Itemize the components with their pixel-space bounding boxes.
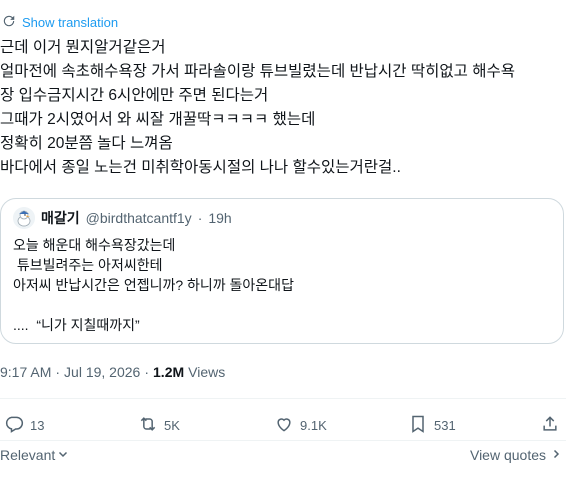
show-translation-link[interactable]: Show translation xyxy=(2,14,118,31)
separator-dot: · xyxy=(197,210,203,226)
view-quotes-label: View quotes xyxy=(469,447,546,463)
tweet-line: 그때가 2시였어서 와 씨잘 개꿀딱ㅋㅋㅋㅋ 했는데 xyxy=(0,111,316,128)
reply-count: 13 xyxy=(30,418,45,433)
tweet-line: 근데 이거 뭔지알거같은거 xyxy=(0,39,166,56)
view-quotes-link[interactable]: View quotes xyxy=(470,447,562,463)
divider xyxy=(0,398,566,399)
quoted-line: 아저씨 반납시간은 언젭니까? 하니까 돌아온대답 xyxy=(13,277,294,293)
reply-button[interactable]: 13 xyxy=(4,414,44,437)
quoted-author-avatar[interactable] xyxy=(13,207,35,229)
translate-icon xyxy=(2,14,16,31)
separator-dot: · xyxy=(144,364,150,380)
bookmark-button[interactable]: 531 xyxy=(408,414,456,437)
views-count: 1.2M xyxy=(153,364,185,380)
quoted-line xyxy=(13,295,294,315)
quoted-tweet-card[interactable]: 매갈기 @birdthatcantf1y · 19h 오늘 해운대 해수욕장갔는… xyxy=(0,198,564,344)
quoted-tweet-time[interactable]: 19h xyxy=(208,210,231,226)
divider xyxy=(0,440,566,441)
quoted-line: .... “니가 지칠때까지” xyxy=(13,317,140,333)
tweet-text: 근데 이거 뭔지알거같은거 얼마전에 속초해수욕장 가서 파라솔이랑 튜브빌렸는… xyxy=(0,36,560,180)
like-button[interactable]: 9.1K xyxy=(274,414,327,437)
quoted-author-handle[interactable]: @birdthatcantf1y xyxy=(86,210,192,226)
show-translation-label: Show translation xyxy=(22,15,119,30)
sort-replies-dropdown[interactable]: Relevant xyxy=(0,447,69,463)
quoted-author-name[interactable]: 매갈기 xyxy=(41,208,80,228)
quoted-tweet-header: 매갈기 @birdthatcantf1y · 19h xyxy=(13,207,232,229)
bookmark-count: 531 xyxy=(434,418,456,433)
tweet-time[interactable]: 9:17 AM xyxy=(0,364,51,380)
chevron-right-icon xyxy=(550,447,562,463)
tweet-line: 바다에서 종일 노는건 미취학아동시절의 나나 할수있는거란걸.. xyxy=(0,159,401,176)
quoted-line: 오늘 해운대 해수욕장갔는데 xyxy=(13,237,176,253)
tweet-line: 얼마전에 속초해수욕장 가서 파라솔이랑 튜브빌렸는데 반납시간 딱히없고 해수… xyxy=(0,63,515,80)
quoted-tweet-text: 오늘 해운대 해수욕장갔는데 튜브빌려주는 아저씨한테 아저씨 반납시간은 언젭… xyxy=(13,235,294,335)
tweet-line: 정확히 20분쯤 놀다 느껴옴 xyxy=(0,135,173,152)
repost-icon xyxy=(138,414,158,437)
heart-icon xyxy=(274,414,294,437)
tweet-line: 장 입수금지시간 6시안에만 주면 된다는거 xyxy=(0,87,269,104)
like-count: 9.1K xyxy=(300,418,327,433)
repost-count: 5K xyxy=(164,418,180,433)
sort-label: Relevant xyxy=(0,447,56,463)
separator-dot: · xyxy=(55,364,61,380)
tweet-date[interactable]: Jul 19, 2026 xyxy=(64,364,140,380)
repost-button[interactable]: 5K xyxy=(138,414,180,437)
quoted-line: 튜브빌려주는 아저씨한테 xyxy=(13,257,163,273)
share-button[interactable] xyxy=(540,414,560,437)
bookmark-icon xyxy=(408,414,428,437)
tweet-actions: 13 5K 9.1K 531 xyxy=(0,414,566,438)
reply-icon xyxy=(4,414,24,437)
share-icon xyxy=(540,414,560,437)
views-label: Views xyxy=(188,364,226,380)
tweet-meta: 9:17 AM · Jul 19, 2026 · 1.2M Views xyxy=(0,364,225,380)
chevron-down-icon xyxy=(57,447,69,463)
